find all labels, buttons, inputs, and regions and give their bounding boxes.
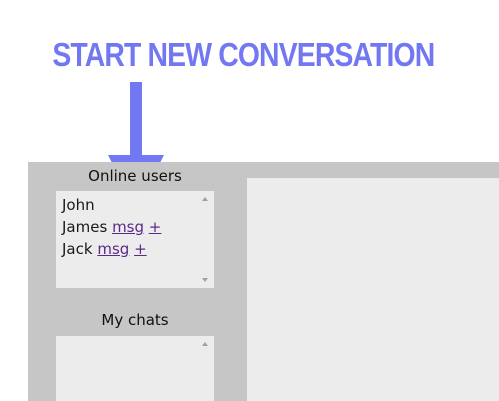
add-user-link[interactable]: + bbox=[149, 218, 162, 236]
sidebar: Online users John James msg + Jack msg + bbox=[28, 162, 242, 401]
msg-link[interactable]: msg bbox=[112, 218, 144, 236]
annotation-arrow-shaft bbox=[130, 82, 142, 158]
online-user-name: John bbox=[62, 196, 95, 214]
annotation-title: START NEW CONVERSATION bbox=[52, 36, 435, 73]
add-user-link[interactable]: + bbox=[134, 240, 147, 258]
scroll-down-arrow-icon[interactable] bbox=[202, 278, 208, 282]
online-users-list[interactable]: John James msg + Jack msg + bbox=[56, 191, 214, 288]
online-users-heading: Online users bbox=[88, 167, 182, 185]
online-user-name: Jack bbox=[62, 240, 93, 258]
screen: START NEW CONVERSATION Online users John… bbox=[0, 0, 499, 401]
online-users-scrollbar[interactable] bbox=[199, 191, 214, 288]
my-chats-list[interactable] bbox=[56, 336, 214, 401]
online-user-name: James bbox=[62, 218, 108, 236]
online-user-item: John bbox=[56, 194, 161, 216]
chat-app-frame: Online users John James msg + Jack msg + bbox=[28, 162, 499, 401]
msg-link[interactable]: msg bbox=[97, 240, 129, 258]
scroll-up-arrow-icon[interactable] bbox=[202, 342, 208, 346]
online-user-item: Jack msg + bbox=[56, 238, 161, 260]
online-user-item: James msg + bbox=[56, 216, 161, 238]
chat-area[interactable] bbox=[247, 178, 499, 401]
scroll-up-arrow-icon[interactable] bbox=[202, 197, 208, 201]
my-chats-heading: My chats bbox=[101, 311, 169, 329]
my-chats-scrollbar[interactable] bbox=[199, 336, 214, 401]
